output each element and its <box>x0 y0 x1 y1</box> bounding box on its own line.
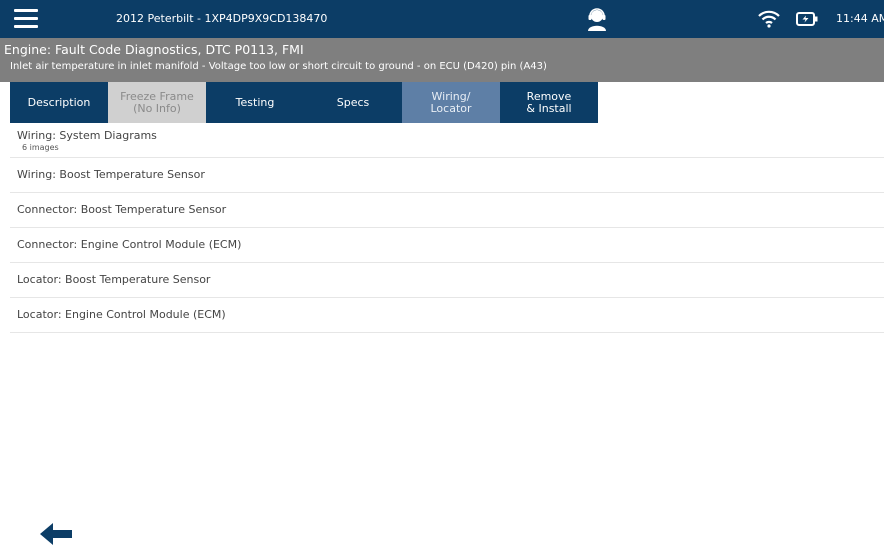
top-bar: 2012 Peterbilt - 1XP4DP9X9CD138470 11:44… <box>0 0 884 38</box>
list-item-label: Connector: Engine Control Module (ECM) <box>17 238 242 251</box>
vehicle-title: 2012 Peterbilt - 1XP4DP9X9CD138470 <box>116 12 328 25</box>
title-bar: Engine: Fault Code Diagnostics, DTC P011… <box>0 38 884 82</box>
list-item[interactable]: Wiring: System Diagrams 6 images <box>10 123 884 158</box>
list-item[interactable]: Locator: Boost Temperature Sensor <box>10 263 884 298</box>
clock: 11:44 AM <box>836 12 884 25</box>
back-arrow-icon[interactable] <box>38 520 74 548</box>
tab-description[interactable]: Description <box>10 82 108 123</box>
list-item-label: Locator: Boost Temperature Sensor <box>17 273 211 286</box>
list-item[interactable]: Wiring: Boost Temperature Sensor <box>10 158 884 193</box>
battery-icon <box>796 12 818 26</box>
list-item-label: Locator: Engine Control Module (ECM) <box>17 308 226 321</box>
list-item-label: Wiring: System Diagrams <box>17 129 157 142</box>
tab-freeze-frame: Freeze Frame (No Info) <box>108 82 206 123</box>
wifi-icon <box>758 10 780 28</box>
tab-bar: Description Freeze Frame (No Info) Testi… <box>10 82 598 123</box>
list-item[interactable]: Locator: Engine Control Module (ECM) <box>10 298 884 333</box>
list-item[interactable]: Connector: Engine Control Module (ECM) <box>10 228 884 263</box>
tab-remove-install[interactable]: Remove & Install <box>500 82 598 123</box>
list-item-count: 6 images <box>22 143 59 152</box>
menu-icon[interactable] <box>14 9 38 29</box>
wiring-list: Wiring: System Diagrams 6 images Wiring:… <box>10 123 884 333</box>
tab-wiring-locator[interactable]: Wiring/ Locator <box>402 82 500 123</box>
support-agent-icon[interactable] <box>586 7 608 31</box>
page-title: Engine: Fault Code Diagnostics, DTC P011… <box>4 42 304 57</box>
tab-testing[interactable]: Testing <box>206 82 304 123</box>
tab-specs[interactable]: Specs <box>304 82 402 123</box>
list-item-label: Wiring: Boost Temperature Sensor <box>17 168 205 181</box>
page-subtitle: Inlet air temperature in inlet manifold … <box>10 61 547 72</box>
list-item[interactable]: Connector: Boost Temperature Sensor <box>10 193 884 228</box>
list-item-label: Connector: Boost Temperature Sensor <box>17 203 227 216</box>
